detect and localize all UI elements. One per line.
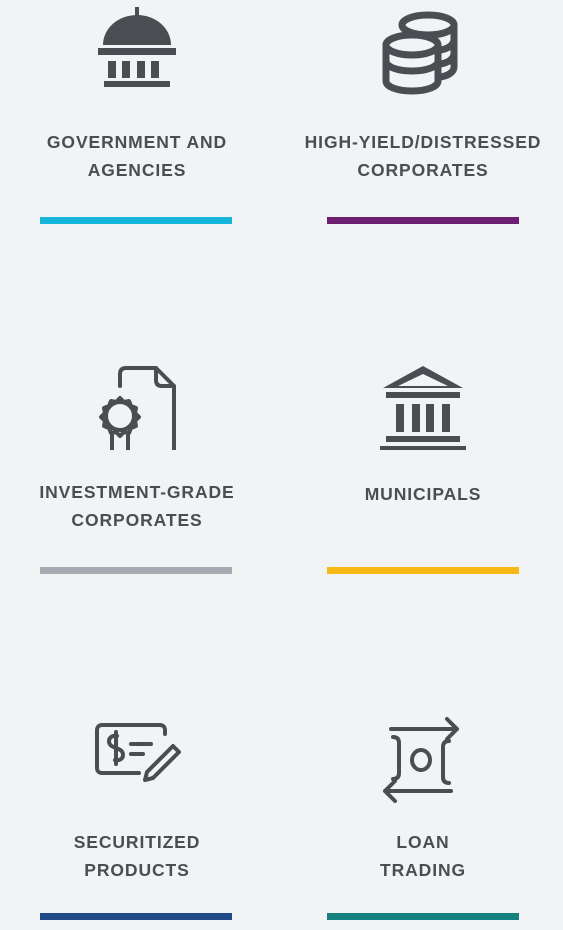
money-exchange-icon — [298, 710, 548, 810]
tile-label: SECURITIZED PRODUCTS — [73, 832, 201, 880]
asset-class-grid: GOVERNMENT AND AGENCIES HIGH-YIELD/DISTR… — [0, 0, 563, 920]
civic-building-icon — [298, 355, 548, 455]
accent-bar — [327, 217, 519, 224]
capitol-dome-icon — [12, 0, 262, 100]
tile-government-and-agencies: GOVERNMENT AND AGENCIES — [12, 0, 262, 230]
tile-securitized-products: SECURITIZED PRODUCTS — [12, 700, 262, 930]
tile-loan-trading: LOAN TRADING — [298, 700, 548, 930]
tile-high-yield-distressed-corporates: HIGH-YIELD/DISTRESSED CORPORATES — [298, 0, 548, 230]
tile-label: MUNICIPALS — [364, 484, 482, 504]
tile-investment-grade-corporates: INVESTMENT-GRADE CORPORATES — [12, 350, 262, 580]
signed-bill-icon — [12, 710, 262, 810]
tile-label: GOVERNMENT AND AGENCIES — [46, 132, 228, 180]
accent-bar — [40, 913, 232, 920]
accent-bar — [327, 567, 519, 574]
accent-bar — [327, 913, 519, 920]
tile-label: HIGH-YIELD/DISTRESSED CORPORATES — [304, 132, 542, 180]
tile-label: INVESTMENT-GRADE CORPORATES — [39, 482, 235, 530]
accent-bar — [40, 567, 232, 574]
accent-bar — [40, 217, 232, 224]
tile-municipals: MUNICIPALS — [298, 350, 548, 580]
tile-label: LOAN TRADING — [379, 832, 466, 880]
certificate-document-icon — [12, 355, 262, 455]
coin-stacks-icon — [298, 0, 548, 100]
